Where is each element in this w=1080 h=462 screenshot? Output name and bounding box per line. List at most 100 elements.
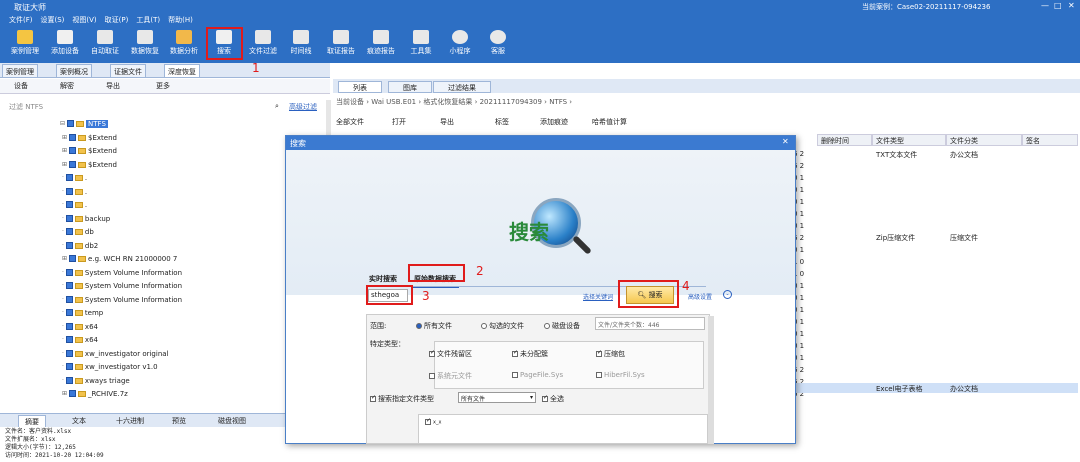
folder-icon <box>74 377 83 384</box>
tree-item[interactable]: ⊞ _RCHIVE.7z <box>62 387 128 400</box>
export-menu[interactable]: 导出 <box>106 81 120 91</box>
tree-item[interactable]: · backup <box>62 212 110 225</box>
menu-file[interactable]: 文件(F) <box>9 15 33 25</box>
tab-hex[interactable]: 十六进制 <box>110 415 150 427</box>
tree-item[interactable]: · System Volume Information <box>62 266 182 279</box>
search-icon[interactable]: ⌕ <box>275 102 279 111</box>
tree-item[interactable]: · xw_investigator original <box>62 347 168 360</box>
tree-item[interactable]: ⊞ $Extend <box>62 158 117 171</box>
tab-case-overview[interactable]: 案例概况 <box>56 64 92 78</box>
tab-gallery[interactable]: 图库 <box>388 81 432 93</box>
add-trace-menu[interactable]: 添加痕迹 <box>540 117 568 127</box>
col-file-category[interactable]: 文件分类 <box>946 134 1022 146</box>
file-type-select[interactable]: 所有文件 ▾ <box>458 392 536 403</box>
close-icon[interactable]: ✕ <box>782 137 789 146</box>
folder-icon <box>74 174 83 181</box>
menu-settings[interactable]: 设置(S) <box>41 15 65 25</box>
tree-item[interactable]: ·. <box>62 198 87 211</box>
auto-forensics-button[interactable]: 自动取证 <box>85 28 125 60</box>
tab-evidence-files[interactable]: 证据文件 <box>110 64 146 78</box>
maximize-icon[interactable]: □ <box>1054 1 1062 10</box>
data-recovery-button[interactable]: 数据恢复 <box>125 28 165 60</box>
tab-filter-results[interactable]: 过滤结果 <box>433 81 491 93</box>
col-deleted-time[interactable]: 删除时间 <box>817 134 872 146</box>
scope-checked-radio[interactable]: 勾选的文件 <box>481 321 524 331</box>
dialog-title: 搜索 <box>286 136 795 150</box>
tree-item[interactable]: ⊞ e.g. WCH RN 21000000 7 <box>62 252 177 265</box>
tag-menu[interactable]: 标签 <box>495 117 509 127</box>
all-files-menu[interactable]: 全部文件 <box>336 117 364 127</box>
select-all-checkbox[interactable]: 全选 <box>542 394 564 404</box>
tree-item[interactable]: · x64 <box>62 320 98 333</box>
hash-menu[interactable]: 哈希值计算 <box>592 117 627 127</box>
tab-deep-recovery[interactable]: 深度恢复 <box>164 64 200 78</box>
more-menu[interactable]: 更多 <box>156 81 170 91</box>
minimize-icon[interactable]: — <box>1041 1 1049 10</box>
type-slack-checkbox[interactable]: 文件残留区 <box>429 349 472 359</box>
tree-item[interactable]: · db <box>62 225 94 238</box>
tab-list[interactable]: 列表 <box>338 81 382 93</box>
choose-keyword-link[interactable]: 选择关键词 <box>583 292 613 301</box>
tab-realtime-search[interactable]: 实时搜索 <box>366 272 400 286</box>
scope-disk-radio[interactable]: 磁盘设备 <box>544 321 580 331</box>
expand-icon[interactable]: ⌄ <box>723 290 732 299</box>
type-pagefile-checkbox[interactable]: PageFile.Sys <box>512 371 563 379</box>
folder-icon <box>74 336 83 343</box>
tree-root[interactable]: ⊟ NTFS <box>60 117 108 130</box>
spec-filetype-checkbox[interactable]: 搜索指定文件类型 <box>370 394 434 404</box>
type-system-meta-checkbox[interactable]: 系统元文件 <box>429 371 472 381</box>
filter-input[interactable]: 过滤 NTFS <box>9 102 43 112</box>
tree-item[interactable]: · xw_investigator v1.0 <box>62 360 158 373</box>
support-button[interactable]: 客服 <box>478 28 518 60</box>
type-archive-checkbox[interactable]: 压缩包 <box>596 349 625 359</box>
file-tree: ⊟ NTFS ⊞ $Extend ⊞ $Extend ⊞ $Extend ·. ·. ·… <box>0 114 330 410</box>
menu-view[interactable]: 视图(V) <box>72 15 96 25</box>
type-hiberfil-checkbox[interactable]: HiberFil.Sys <box>596 371 645 379</box>
dialog-scrollbar[interactable] <box>708 316 714 444</box>
file-filter-button[interactable]: 文件过滤 <box>243 28 283 60</box>
list-item[interactable]: x_x <box>425 417 441 426</box>
tree-item[interactable]: · System Volume Information <box>62 293 182 306</box>
tree-item[interactable]: ⊞ $Extend <box>62 144 117 157</box>
menu-tools[interactable]: 工具(T) <box>136 15 160 25</box>
magnifier-handle-icon <box>572 235 592 255</box>
timeline-button[interactable]: 时间线 <box>281 28 321 60</box>
tree-item[interactable]: · xways triage <box>62 374 130 387</box>
folder-icon <box>78 134 87 141</box>
add-device-button[interactable]: 添加设备 <box>45 28 85 60</box>
decrypt-menu[interactable]: 解密 <box>60 81 74 91</box>
checkbox[interactable] <box>67 120 75 127</box>
close-icon[interactable]: ✕ <box>1068 1 1075 10</box>
cell-file-type: Excel电子表格 <box>876 385 923 393</box>
col-file-type[interactable]: 文件类型 <box>872 134 946 146</box>
tree-item[interactable]: · x64 <box>62 333 98 346</box>
tree-item[interactable]: ·. <box>62 171 87 184</box>
data-analysis-button[interactable]: 数据分析 <box>164 28 204 60</box>
tab-text[interactable]: 文本 <box>66 415 92 427</box>
tab-preview[interactable]: 预览 <box>166 415 192 427</box>
menu-help[interactable]: 帮助(H) <box>168 15 193 25</box>
advanced-filter-link[interactable]: 高级过滤 <box>289 102 317 112</box>
title-bar: 取证大师 当前案例：Case02-20211117-094236 — □ ✕ <box>0 0 1080 13</box>
device-menu[interactable]: 设备 <box>14 81 28 91</box>
tree-item[interactable]: ⊞ $Extend <box>62 131 117 144</box>
menu-forensics[interactable]: 取证(P) <box>105 15 129 25</box>
export-button[interactable]: 导出 <box>440 117 454 127</box>
tab-disk-view[interactable]: 磁盘视图 <box>212 415 252 427</box>
advanced-settings-link[interactable]: 高级设置 <box>688 292 712 301</box>
forensic-report-button[interactable]: 取证报告 <box>321 28 361 60</box>
trace-report-button[interactable]: 痕迹报告 <box>361 28 401 60</box>
col-signature[interactable]: 签名 <box>1022 134 1078 146</box>
tab-summary[interactable]: 摘要 <box>18 415 46 427</box>
mini-program-button[interactable]: 小程序 <box>440 28 480 60</box>
tab-case-manage[interactable]: 案例管理 <box>2 64 38 78</box>
type-unallocated-checkbox[interactable]: 未分配簇 <box>512 349 548 359</box>
tree-item[interactable]: · System Volume Information <box>62 279 182 292</box>
scope-all-radio[interactable]: 所有文件 <box>416 321 452 331</box>
tree-item[interactable]: ·. <box>62 185 87 198</box>
tree-item[interactable]: · db2 <box>62 239 98 252</box>
tree-item[interactable]: · temp <box>62 306 103 319</box>
toolset-button[interactable]: 工具集 <box>401 28 441 60</box>
case-manage-button[interactable]: 案例管理 <box>5 28 45 60</box>
open-menu[interactable]: 打开 <box>392 117 406 127</box>
